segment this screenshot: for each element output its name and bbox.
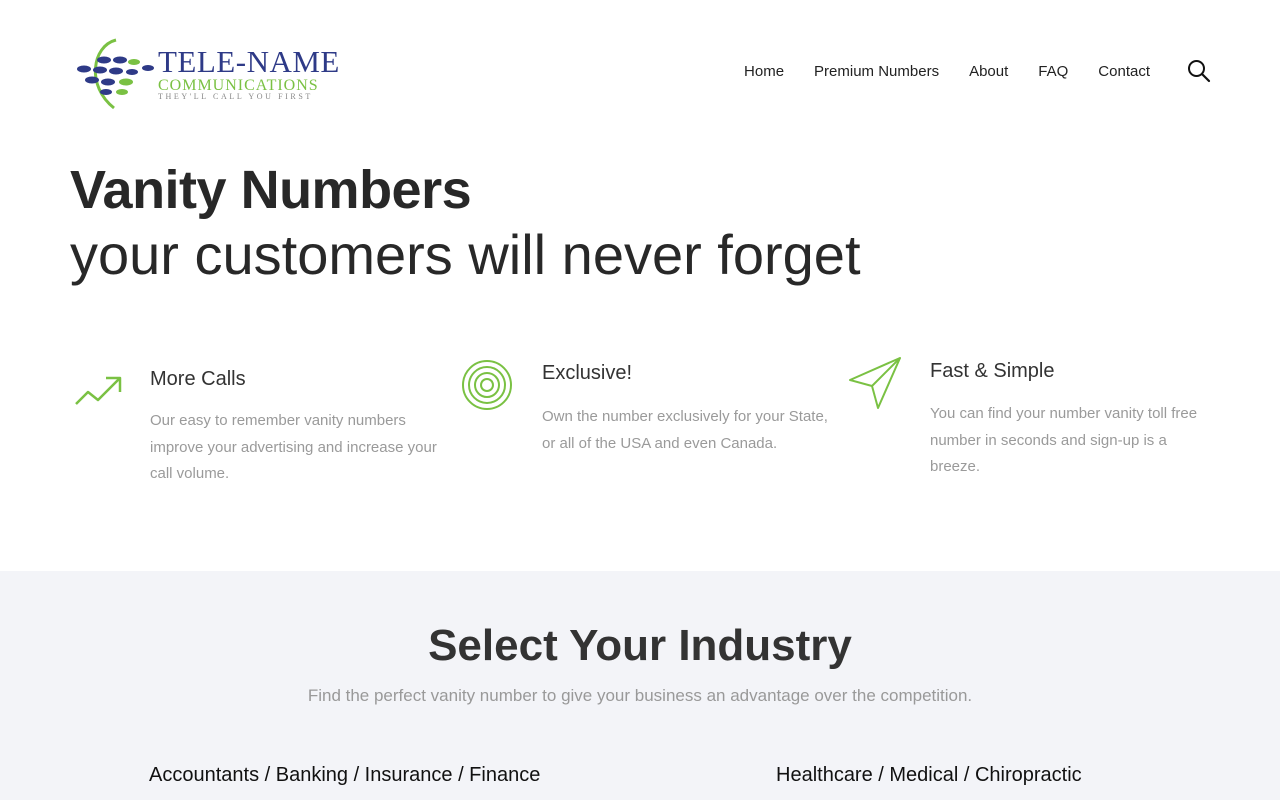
industry-section: Select Your Industry Find the perfect va… — [0, 571, 1280, 800]
feature-text: You can find your number vanity toll fre… — [930, 405, 1198, 475]
nav-faq[interactable]: FAQ — [1038, 62, 1068, 82]
industry-subtitle: Find the perfect vanity number to give y… — [307, 686, 973, 705]
trending-up-icon — [75, 376, 122, 405]
feature-text: Our easy to remember vanity numbers impr… — [150, 412, 437, 482]
industry-item-finance[interactable]: Accountants / Banking / Insurance / Fina… — [149, 764, 540, 787]
target-icon — [462, 360, 512, 410]
feature-title: More Calls — [150, 368, 246, 390]
nav-about[interactable]: About — [969, 62, 1008, 82]
logo-mark-icon — [77, 38, 154, 110]
hero-subtitle: your customers will never forget — [70, 223, 861, 286]
industry-title: Select Your Industry — [428, 621, 852, 670]
nav-contact[interactable]: Contact — [1098, 62, 1150, 82]
site-header: TELE-NAME COMMUNICATIONS THEY'LL CALL YO… — [0, 0, 1280, 140]
industry-item-healthcare[interactable]: Healthcare / Medical / Chiropractic — [776, 764, 1082, 787]
feature-exclusive: Exclusive! Own the number exclusively fo… — [460, 358, 840, 488]
logo[interactable]: TELE-NAME COMMUNICATIONS THEY'LL CALL YO… — [72, 36, 342, 112]
nav-premium-numbers[interactable]: Premium Numbers — [814, 62, 939, 82]
search-icon[interactable] — [1186, 58, 1212, 84]
main-nav: Home Premium Numbers About FAQ Contact — [744, 62, 1150, 82]
feature-title: Fast & Simple — [930, 360, 1055, 382]
feature-title: Exclusive! — [542, 362, 633, 384]
nav-home[interactable]: Home — [744, 62, 784, 82]
paper-plane-icon — [849, 357, 901, 409]
hero: Vanity Numbers your customers will never… — [70, 158, 1070, 288]
logo-brand: TELE-NAME — [158, 44, 340, 79]
feature-more-calls: More Calls Our easy to remember vanity n… — [74, 366, 454, 496]
hero-title: Vanity Numbers — [70, 160, 472, 220]
feature-fast-simple: Fast & Simple You can find your number v… — [848, 356, 1228, 486]
logo-tagline: THEY'LL CALL YOU FIRST — [158, 92, 313, 101]
feature-text: Own the number exclusively for your Stat… — [542, 408, 828, 452]
